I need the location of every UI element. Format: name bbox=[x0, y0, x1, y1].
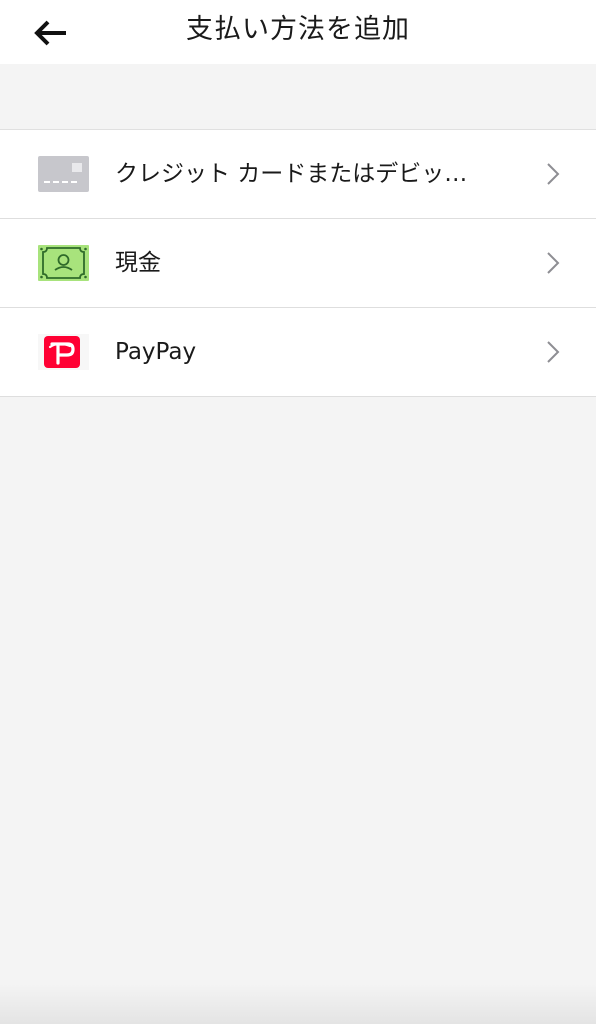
chevron-right-icon bbox=[547, 252, 560, 274]
payment-method-label: クレジット カードまたはデビッ… bbox=[115, 161, 468, 187]
chevron-right-icon bbox=[547, 341, 560, 363]
bottom-shadow bbox=[0, 984, 596, 1024]
credit-card-icon bbox=[38, 156, 89, 192]
chevron-right-icon bbox=[547, 163, 560, 185]
paypay-icon bbox=[38, 334, 89, 370]
cash-icon bbox=[38, 245, 89, 281]
payment-method-credit-card[interactable]: クレジット カードまたはデビッ… bbox=[0, 130, 596, 219]
header: 支払い方法を追加 bbox=[0, 0, 596, 64]
payment-method-label: 現金 bbox=[115, 250, 161, 276]
payment-method-label: PayPay bbox=[115, 339, 197, 365]
page-title: 支払い方法を追加 bbox=[186, 14, 410, 45]
payment-method-cash[interactable]: 現金 bbox=[0, 219, 596, 308]
payment-method-paypay[interactable]: PayPay bbox=[0, 308, 596, 397]
payment-method-list: クレジット カードまたはデビッ… 現金 PayPay bbox=[0, 129, 596, 397]
spacer bbox=[0, 64, 596, 129]
